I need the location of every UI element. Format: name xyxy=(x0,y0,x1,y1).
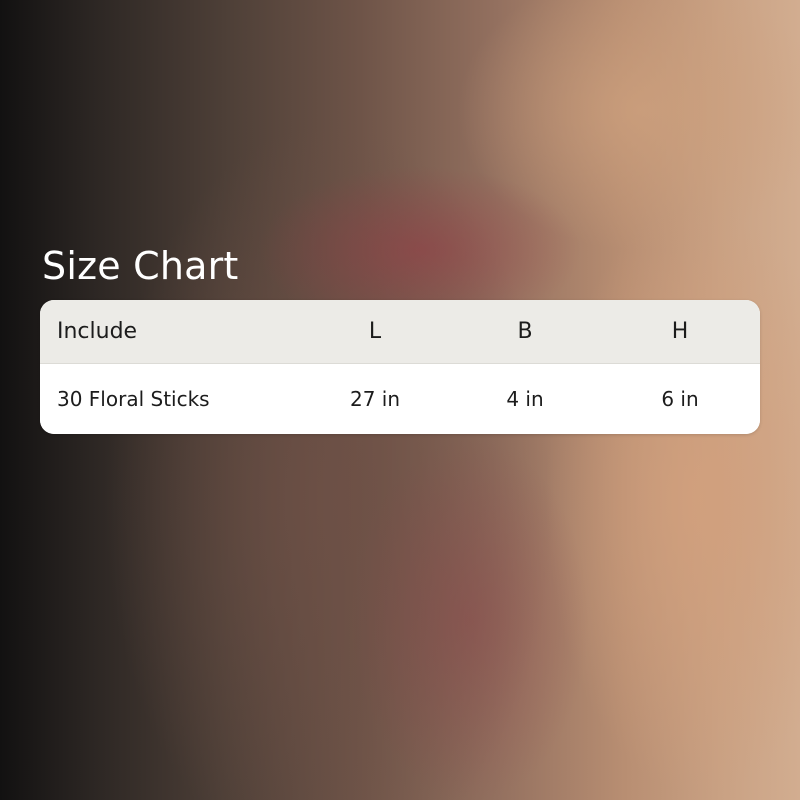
cell-breadth: 4 in xyxy=(506,387,544,411)
table-header-row: Include L B H xyxy=(40,300,760,364)
size-chart-table: Include L B H 30 Floral Sticks 27 in 4 i… xyxy=(40,300,760,434)
header-length: L xyxy=(368,319,382,344)
page-title: Size Chart xyxy=(42,244,239,288)
cell-include: 30 Floral Sticks xyxy=(57,387,210,411)
header-include: Include xyxy=(57,319,138,344)
cell-height: 6 in xyxy=(661,387,699,411)
header-breadth: B xyxy=(517,319,533,344)
cell-length: 27 in xyxy=(349,387,401,411)
table-row: 30 Floral Sticks 27 in 4 in 6 in xyxy=(40,364,760,434)
header-height: H xyxy=(671,319,689,344)
